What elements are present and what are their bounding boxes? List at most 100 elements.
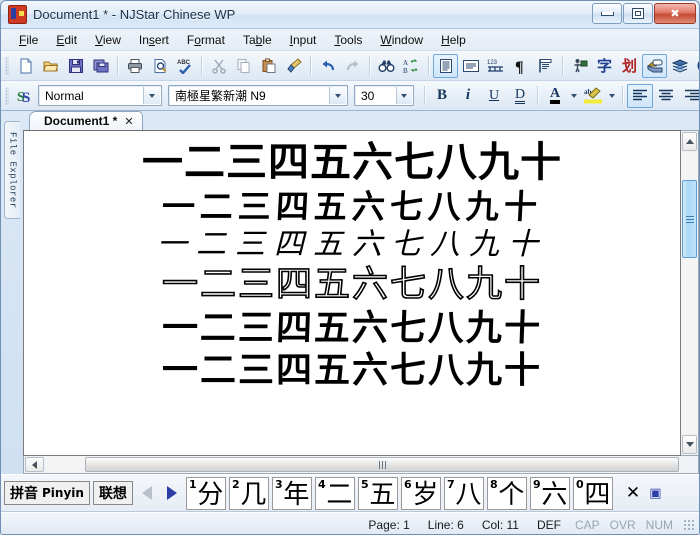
ime-next-page-button[interactable] xyxy=(161,481,183,505)
scroll-up-button[interactable] xyxy=(682,132,697,151)
format-painter-button[interactable] xyxy=(281,54,306,78)
ime-candidate[interactable]: 7八 xyxy=(443,476,484,510)
menu-tools[interactable]: Tools xyxy=(325,31,371,49)
ime-candidate[interactable]: 8个 xyxy=(486,476,527,510)
menu-edit[interactable]: Edit xyxy=(47,31,86,49)
document-canvas[interactable]: 一二三四五六七八九十 一二三四五六七八九十 一二三四五六七八九十 一二三四五六七… xyxy=(23,130,681,456)
style-dropdown-arrow[interactable] xyxy=(143,87,160,104)
style-button[interactable]: S S xyxy=(13,84,38,108)
ime-candidate[interactable]: 9六 xyxy=(529,476,570,510)
italic-button[interactable]: i xyxy=(455,84,481,108)
annotation-button[interactable] xyxy=(642,53,667,78)
redo-button[interactable] xyxy=(340,54,365,78)
menu-help[interactable]: Help xyxy=(432,31,475,49)
status-num-lock: NUM xyxy=(645,517,673,532)
menu-format[interactable]: Format xyxy=(178,31,234,49)
document-tab-close-icon[interactable]: ✕ xyxy=(124,115,133,128)
style-combobox[interactable]: Normal xyxy=(38,85,162,106)
undo-button[interactable] xyxy=(315,54,340,78)
align-left-button[interactable] xyxy=(627,83,653,108)
close-button[interactable]: ✖ xyxy=(654,3,696,24)
menu-table[interactable]: Table xyxy=(234,31,281,49)
stroke-input-button[interactable]: 划 xyxy=(617,54,642,78)
double-underline-button[interactable]: D xyxy=(507,84,533,108)
format-separator xyxy=(424,86,425,105)
ime-candidate[interactable]: 0四 xyxy=(572,476,613,510)
ime-close-button[interactable]: ✕ xyxy=(620,480,646,506)
paragraph-marks-button[interactable]: ¶ xyxy=(508,54,533,78)
menu-input[interactable]: Input xyxy=(281,31,326,49)
person-icon xyxy=(574,58,587,72)
ime-candidate[interactable]: 2几 xyxy=(228,476,269,510)
toolbar-grip[interactable] xyxy=(5,56,9,75)
print-preview-button[interactable] xyxy=(147,54,172,78)
minimize-button[interactable] xyxy=(592,3,622,24)
document-tab[interactable]: Document1 * ✕ xyxy=(29,111,143,130)
font-size-combobox[interactable]: 30 xyxy=(354,85,414,106)
horizontal-scrollbar[interactable] xyxy=(23,456,699,474)
page-view-icon xyxy=(439,58,452,73)
scroll-down-button[interactable] xyxy=(682,435,697,454)
sidebar-item-file-explorer[interactable]: File Explorer xyxy=(4,121,20,219)
page-layout-view-button[interactable] xyxy=(433,53,458,78)
align-right-button[interactable] xyxy=(679,84,699,108)
font-color-button[interactable]: A xyxy=(542,84,568,108)
font-size-dropdown-arrow[interactable] xyxy=(395,87,412,104)
cut-button[interactable] xyxy=(206,54,231,78)
vertical-scrollbar[interactable] xyxy=(681,130,699,456)
abc-check-icon: ABC xyxy=(177,60,191,74)
chinese-char-button[interactable]: 字 xyxy=(592,54,617,78)
undo-arrow-icon xyxy=(322,60,334,70)
ime-candidate[interactable]: 1分 xyxy=(185,476,226,510)
ime-method-button[interactable]: 拼音 Pinyin xyxy=(4,481,90,505)
insert-person-button[interactable] xyxy=(567,54,592,78)
about-info-button[interactable]: i xyxy=(692,54,699,78)
find-button[interactable] xyxy=(374,54,399,78)
vertical-scroll-track[interactable] xyxy=(681,152,698,434)
menu-window[interactable]: Window xyxy=(371,31,432,49)
resize-grip-icon[interactable] xyxy=(682,518,695,531)
ime-prev-page-button[interactable] xyxy=(136,481,158,505)
vertical-scroll-thumb[interactable] xyxy=(682,180,697,258)
new-document-button[interactable] xyxy=(13,54,38,78)
ime-candidate[interactable]: 6岁 xyxy=(400,476,441,510)
menu-insert[interactable]: Insert xyxy=(130,31,178,49)
ime-candidate[interactable]: 4二 xyxy=(314,476,355,510)
font-combobox[interactable]: 南極星繁新潮 N9 xyxy=(168,85,348,106)
scroll-left-button[interactable] xyxy=(25,457,44,472)
paste-button[interactable] xyxy=(256,54,281,78)
spell-check-button[interactable]: ABC xyxy=(172,54,197,78)
ime-method-en: Pinyin xyxy=(42,486,84,500)
font-color-dropdown-arrow[interactable] xyxy=(568,85,580,107)
candidate-number: 9 xyxy=(532,477,541,491)
normal-view-button[interactable] xyxy=(458,54,483,78)
ime-candidate[interactable]: 5五 xyxy=(357,476,398,510)
maximize-button[interactable] xyxy=(623,3,653,24)
ime-tail-icon[interactable]: ▣ xyxy=(649,481,662,505)
save-document-button[interactable] xyxy=(63,54,88,78)
copy-button[interactable] xyxy=(231,54,256,78)
horizontal-scroll-thumb[interactable] xyxy=(85,457,679,472)
format-toolbar-grip[interactable] xyxy=(5,86,9,105)
print-button[interactable] xyxy=(122,54,147,78)
bold-button[interactable]: B xyxy=(429,84,455,108)
ime-association-button[interactable]: 联想 xyxy=(92,481,133,505)
align-center-button[interactable] xyxy=(653,84,679,108)
font-dropdown-arrow[interactable] xyxy=(329,87,346,104)
save-as-button[interactable] xyxy=(88,54,113,78)
highlight-dropdown-arrow[interactable] xyxy=(606,85,618,107)
underline-button[interactable]: U xyxy=(481,84,507,108)
horizontal-scroll-track[interactable] xyxy=(45,456,681,473)
paintbrush-icon xyxy=(286,57,302,73)
menu-file[interactable]: File xyxy=(10,31,47,49)
document-line: 一二三四五六七八九十 xyxy=(24,187,680,226)
menu-view[interactable]: View xyxy=(86,31,130,49)
highlight-button[interactable]: ab xyxy=(580,84,606,108)
dictionary-button[interactable] xyxy=(667,54,692,78)
ime-candidate[interactable]: 3年 xyxy=(271,476,312,510)
columns-button[interactable] xyxy=(533,54,558,78)
show-ruler-button[interactable]: 123 xyxy=(483,54,508,78)
open-document-button[interactable] xyxy=(38,54,63,78)
replace-button[interactable]: A B xyxy=(399,54,424,78)
style-value: Normal xyxy=(45,88,84,103)
